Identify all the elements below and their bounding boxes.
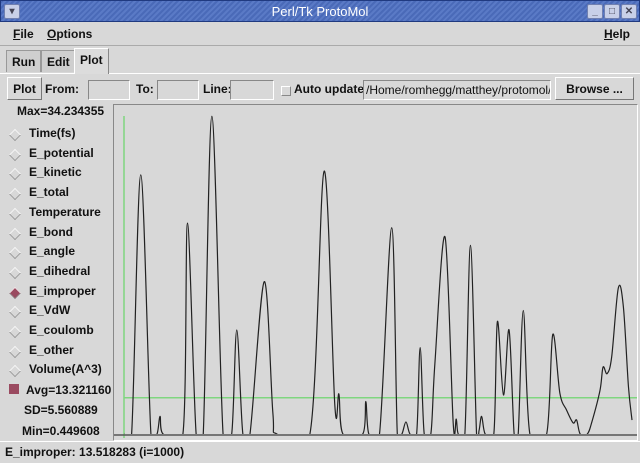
close-icon[interactable]: ✕: [621, 4, 637, 19]
series-radio-e-total[interactable]: [9, 188, 21, 201]
auto-update-checkbox[interactable]: [281, 86, 291, 96]
from-input[interactable]: [88, 80, 130, 100]
title-bar: ▾ Perl/Tk ProtoMol _ □ ✕: [0, 0, 640, 22]
series-radio-time-fs-[interactable]: [9, 129, 21, 141]
series-radio-label: E_dihedral: [29, 263, 91, 278]
tab-plot[interactable]: Plot: [74, 48, 109, 74]
series-radio-e-improper[interactable]: [9, 286, 21, 299]
plot-canvas[interactable]: [113, 104, 638, 441]
series-radio-label: E_improper: [29, 283, 96, 298]
path-input[interactable]: /Home/romhegg/matthey/protomol/exa: [363, 80, 551, 100]
series-radio-label: E_kinetic: [29, 165, 82, 180]
menu-file[interactable]: File: [13, 27, 34, 41]
series-radio-label: E_other: [29, 342, 74, 357]
series-radio-e-vdw[interactable]: [9, 306, 21, 319]
series-radio-e-dihedral[interactable]: [9, 266, 21, 279]
status-bar: E_improper: 13.518283 (i=1000): [0, 441, 640, 463]
to-label: To:: [136, 82, 154, 96]
series-radio-e-potential[interactable]: [9, 148, 21, 161]
to-input[interactable]: [157, 80, 199, 100]
series-radio-label: E_angle: [29, 244, 76, 259]
from-label: From:: [45, 82, 79, 96]
sd-stat: SD=5.560889: [24, 403, 98, 417]
line-label: Line:: [203, 82, 232, 96]
min-stat: Min=0.449608: [22, 424, 100, 438]
menu-bar: File Options Help: [0, 22, 640, 46]
series-radio-label: E_VdW: [29, 303, 71, 318]
series-radio-label: E_coulomb: [29, 323, 94, 337]
window-title: Perl/Tk ProtoMol: [271, 4, 369, 19]
series-radio-label: Temperature: [29, 204, 101, 219]
series-radio-label: E_bond: [29, 224, 73, 239]
series-radio-label: Volume(A^3): [29, 362, 102, 377]
minimize-icon[interactable]: _: [587, 4, 603, 19]
tab-run[interactable]: Run: [6, 50, 42, 72]
max-stat: Max=34.234355: [17, 104, 105, 118]
series-radio-e-other[interactable]: [9, 345, 21, 358]
browse-button[interactable]: Browse ...: [555, 77, 634, 100]
plot-button[interactable]: Plot: [7, 77, 42, 100]
menu-help[interactable]: Help: [604, 27, 630, 41]
avg-checkbox[interactable]: [9, 384, 19, 394]
tab-edit[interactable]: Edit: [41, 50, 76, 72]
series-radio-e-kinetic[interactable]: [9, 168, 21, 181]
series-radio-e-bond[interactable]: [9, 227, 21, 240]
auto-update-label: Auto update: [294, 82, 364, 96]
series-line-e-improper: [123, 115, 633, 434]
series-radio-label: Time(fs): [29, 126, 76, 140]
series-radio-volume-a-3-[interactable]: [9, 365, 21, 378]
avg-stat: Avg=13.321160: [26, 383, 112, 397]
series-radio-e-coulomb[interactable]: [9, 326, 21, 338]
line-input[interactable]: [230, 80, 274, 100]
series-radio-e-angle[interactable]: [9, 247, 21, 260]
line-chart: [114, 115, 637, 438]
maximize-icon[interactable]: □: [604, 4, 620, 19]
series-radio-label: E_total: [29, 185, 70, 200]
series-radio-temperature[interactable]: [9, 207, 21, 220]
menu-options[interactable]: Options: [47, 27, 92, 41]
series-radio-label: E_potential: [29, 145, 94, 160]
